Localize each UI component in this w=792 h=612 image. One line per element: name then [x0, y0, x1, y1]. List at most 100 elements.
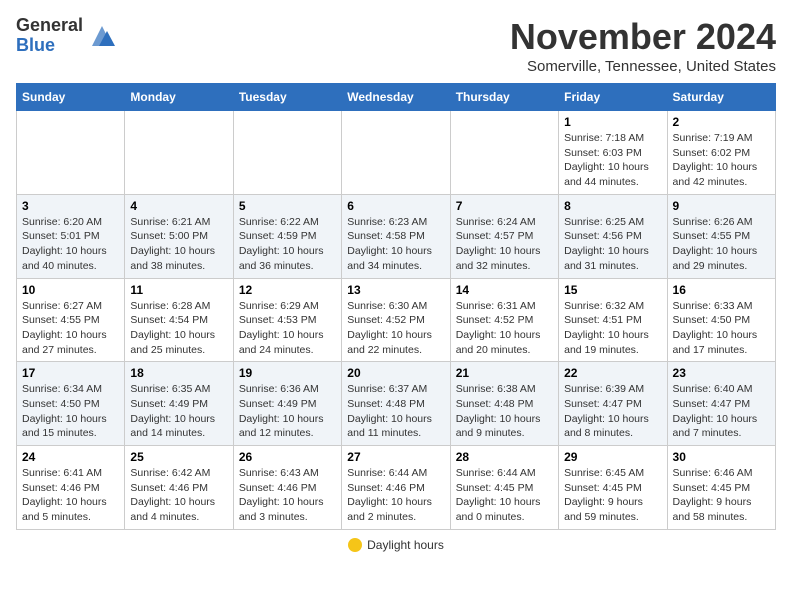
day-info: Sunrise: 6:20 AM Sunset: 5:01 PM Dayligh…: [22, 215, 119, 274]
day-number: 1: [564, 115, 661, 129]
calendar-day-cell: [450, 111, 558, 195]
day-info: Sunrise: 6:36 AM Sunset: 4:49 PM Dayligh…: [239, 382, 336, 441]
day-number: 24: [22, 450, 119, 464]
day-number: 13: [347, 283, 444, 297]
day-info: Sunrise: 6:27 AM Sunset: 4:55 PM Dayligh…: [22, 299, 119, 358]
day-info: Sunrise: 6:22 AM Sunset: 4:59 PM Dayligh…: [239, 215, 336, 274]
day-number: 12: [239, 283, 336, 297]
calendar-week-row: 17Sunrise: 6:34 AM Sunset: 4:50 PM Dayli…: [17, 362, 776, 446]
day-number: 29: [564, 450, 661, 464]
calendar-day-cell: 24 Sunrise: 6:41 AM Sunset: 4:46 PM Dayli…: [17, 446, 125, 530]
calendar-day-cell: 18 Sunrise: 6:35 AM Sunset: 4:49 PM Dayli…: [125, 362, 233, 446]
calendar-day-cell: [233, 111, 341, 195]
day-number: 22: [564, 366, 661, 380]
calendar-day-cell: 15Sunrise: 6:32 AM Sunset: 4:51 PM Dayli…: [559, 278, 667, 362]
calendar-day-cell: 12 Sunrise: 6:29 AM Sunset: 4:53 PM Dayli…: [233, 278, 341, 362]
day-info: Sunrise: 6:25 AM Sunset: 4:56 PM Dayligh…: [564, 215, 661, 274]
day-info: Sunrise: 6:24 AM Sunset: 4:57 PM Dayligh…: [456, 215, 553, 274]
day-number: 18: [130, 366, 227, 380]
day-info: Sunrise: 6:28 AM Sunset: 4:54 PM Dayligh…: [130, 299, 227, 358]
calendar-header-row: SundayMondayTuesdayWednesdayThursdayFrid…: [17, 84, 776, 111]
calendar-weekday-header: Sunday: [17, 84, 125, 111]
calendar-day-cell: 28 Sunrise: 6:44 AM Sunset: 4:45 PM Dayli…: [450, 446, 558, 530]
day-info: Sunrise: 6:33 AM Sunset: 4:50 PM Dayligh…: [673, 299, 770, 358]
day-number: 23: [673, 366, 770, 380]
calendar-day-cell: 14Sunrise: 6:31 AM Sunset: 4:52 PM Dayli…: [450, 278, 558, 362]
day-info: Sunrise: 6:38 AM Sunset: 4:48 PM Dayligh…: [456, 382, 553, 441]
calendar-weekday-header: Saturday: [667, 84, 775, 111]
day-number: 7: [456, 199, 553, 213]
day-info: Sunrise: 6:40 AM Sunset: 4:47 PM Dayligh…: [673, 382, 770, 441]
day-info: Sunrise: 6:29 AM Sunset: 4:53 PM Dayligh…: [239, 299, 336, 358]
logo-icon: [87, 21, 117, 51]
location: Somerville, Tennessee, United States: [510, 58, 776, 75]
day-number: 11: [130, 283, 227, 297]
month-title: November 2024: [510, 16, 776, 58]
calendar-weekday-header: Thursday: [450, 84, 558, 111]
calendar-weekday-header: Tuesday: [233, 84, 341, 111]
day-number: 14: [456, 283, 553, 297]
day-number: 30: [673, 450, 770, 464]
day-number: 16: [673, 283, 770, 297]
calendar-day-cell: 6Sunrise: 6:23 AM Sunset: 4:58 PM Daylig…: [342, 194, 450, 278]
day-number: 2: [673, 115, 770, 129]
legend-label: Daylight hours: [367, 538, 444, 552]
day-number: 3: [22, 199, 119, 213]
day-info: Sunrise: 6:43 AM Sunset: 4:46 PM Dayligh…: [239, 466, 336, 525]
calendar-day-cell: 16 Sunrise: 6:33 AM Sunset: 4:50 PM Dayli…: [667, 278, 775, 362]
calendar-weekday-header: Monday: [125, 84, 233, 111]
calendar-day-cell: 17Sunrise: 6:34 AM Sunset: 4:50 PM Dayli…: [17, 362, 125, 446]
day-number: 21: [456, 366, 553, 380]
day-info: Sunrise: 6:30 AM Sunset: 4:52 PM Dayligh…: [347, 299, 444, 358]
calendar-day-cell: 2Sunrise: 7:19 AM Sunset: 6:02 PM Daylig…: [667, 111, 775, 195]
day-number: 19: [239, 366, 336, 380]
day-info: Sunrise: 7:18 AM Sunset: 6:03 PM Dayligh…: [564, 131, 661, 190]
day-info: Sunrise: 6:46 AM Sunset: 4:45 PM Dayligh…: [673, 466, 770, 525]
day-info: Sunrise: 6:41 AM Sunset: 4:46 PM Dayligh…: [22, 466, 119, 525]
day-number: 6: [347, 199, 444, 213]
legend-sun-icon: [348, 538, 362, 552]
day-info: Sunrise: 6:44 AM Sunset: 4:45 PM Dayligh…: [456, 466, 553, 525]
day-info: Sunrise: 6:37 AM Sunset: 4:48 PM Dayligh…: [347, 382, 444, 441]
calendar-day-cell: 10Sunrise: 6:27 AM Sunset: 4:55 PM Dayli…: [17, 278, 125, 362]
day-info: Sunrise: 6:35 AM Sunset: 4:49 PM Dayligh…: [130, 382, 227, 441]
day-number: 25: [130, 450, 227, 464]
calendar-day-cell: [17, 111, 125, 195]
calendar-day-cell: [342, 111, 450, 195]
calendar-week-row: 24 Sunrise: 6:41 AM Sunset: 4:46 PM Dayli…: [17, 446, 776, 530]
title-block: November 2024 Somerville, Tennessee, Uni…: [510, 16, 776, 75]
calendar-day-cell: [125, 111, 233, 195]
day-info: Sunrise: 6:45 AM Sunset: 4:45 PM Dayligh…: [564, 466, 661, 525]
calendar-day-cell: 19 Sunrise: 6:36 AM Sunset: 4:49 PM Dayli…: [233, 362, 341, 446]
page-header: General Blue November 2024 Somerville, T…: [16, 16, 776, 75]
logo-blue: Blue: [16, 35, 55, 55]
day-number: 5: [239, 199, 336, 213]
legend: Daylight hours: [16, 538, 776, 552]
day-number: 20: [347, 366, 444, 380]
calendar-week-row: 3 Sunrise: 6:20 AM Sunset: 5:01 PM Daylig…: [17, 194, 776, 278]
calendar-day-cell: 26Sunrise: 6:43 AM Sunset: 4:46 PM Dayli…: [233, 446, 341, 530]
calendar-day-cell: 23 Sunrise: 6:40 AM Sunset: 4:47 PM Dayli…: [667, 362, 775, 446]
calendar-day-cell: 21 Sunrise: 6:38 AM Sunset: 4:48 PM Dayli…: [450, 362, 558, 446]
calendar-day-cell: 3 Sunrise: 6:20 AM Sunset: 5:01 PM Daylig…: [17, 194, 125, 278]
day-number: 28: [456, 450, 553, 464]
day-number: 15: [564, 283, 661, 297]
calendar-table: SundayMondayTuesdayWednesdayThursdayFrid…: [16, 83, 776, 530]
calendar-day-cell: 29 Sunrise: 6:45 AM Sunset: 4:45 PM Dayli…: [559, 446, 667, 530]
day-number: 9: [673, 199, 770, 213]
calendar-day-cell: 20 Sunrise: 6:37 AM Sunset: 4:48 PM Dayli…: [342, 362, 450, 446]
calendar-day-cell: 5 Sunrise: 6:22 AM Sunset: 4:59 PM Daylig…: [233, 194, 341, 278]
day-number: 8: [564, 199, 661, 213]
calendar-weekday-header: Wednesday: [342, 84, 450, 111]
day-info: Sunrise: 6:34 AM Sunset: 4:50 PM Dayligh…: [22, 382, 119, 441]
day-info: Sunrise: 6:44 AM Sunset: 4:46 PM Dayligh…: [347, 466, 444, 525]
calendar-day-cell: 30 Sunrise: 6:46 AM Sunset: 4:45 PM Dayli…: [667, 446, 775, 530]
calendar-day-cell: 1 Sunrise: 7:18 AM Sunset: 6:03 PM Daylig…: [559, 111, 667, 195]
calendar-weekday-header: Friday: [559, 84, 667, 111]
day-info: Sunrise: 6:21 AM Sunset: 5:00 PM Dayligh…: [130, 215, 227, 274]
calendar-day-cell: 27Sunrise: 6:44 AM Sunset: 4:46 PM Dayli…: [342, 446, 450, 530]
calendar-week-row: 1 Sunrise: 7:18 AM Sunset: 6:03 PM Daylig…: [17, 111, 776, 195]
day-info: Sunrise: 6:26 AM Sunset: 4:55 PM Dayligh…: [673, 215, 770, 274]
calendar-day-cell: 4Sunrise: 6:21 AM Sunset: 5:00 PM Daylig…: [125, 194, 233, 278]
calendar-day-cell: 25Sunrise: 6:42 AM Sunset: 4:46 PM Dayli…: [125, 446, 233, 530]
